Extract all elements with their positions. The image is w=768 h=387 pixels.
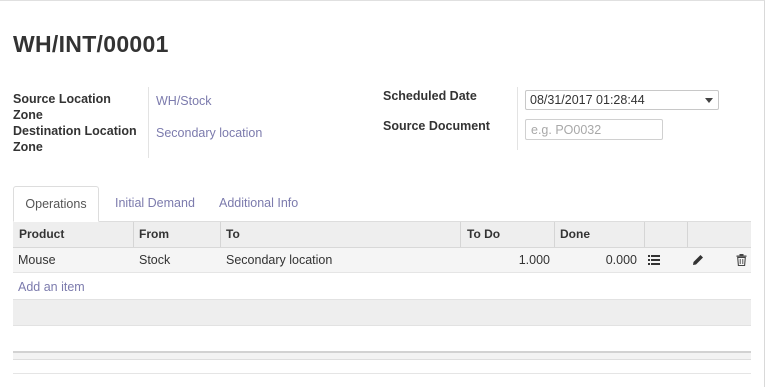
source-location-label: Source Location Zone bbox=[13, 92, 111, 122]
destination-location-link[interactable]: Secondary location bbox=[156, 126, 262, 140]
column-todo[interactable]: To Do bbox=[467, 222, 500, 247]
cell-done: 0.000 bbox=[605, 253, 637, 267]
tab-initial-demand[interactable]: Initial Demand bbox=[115, 186, 195, 221]
column-divider bbox=[687, 222, 688, 247]
table-row[interactable]: Mouse Stock Secondary location 1.000 0.0… bbox=[13, 248, 751, 273]
form-sheet: WH/INT/00001 Source Location Zone WH/Sto… bbox=[0, 0, 765, 387]
tab-additional-info[interactable]: Additional Info bbox=[219, 186, 298, 221]
table-footer bbox=[13, 299, 751, 326]
table-header: Product From To To Do Done bbox=[13, 222, 751, 248]
page-title: WH/INT/00001 bbox=[13, 31, 169, 57]
column-divider bbox=[554, 222, 555, 247]
notebook-tabs: Operations Initial Demand Additional Inf… bbox=[13, 186, 751, 222]
chevron-down-icon bbox=[705, 98, 713, 103]
tab-operations[interactable]: Operations bbox=[13, 186, 99, 222]
cell-from: Stock bbox=[139, 253, 171, 267]
list-icon[interactable] bbox=[648, 254, 660, 266]
column-from[interactable]: From bbox=[139, 222, 169, 247]
add-item-link[interactable]: Add an item bbox=[18, 280, 85, 294]
column-divider bbox=[644, 222, 645, 247]
cell-todo: 1.000 bbox=[518, 253, 550, 267]
field-separator bbox=[148, 87, 149, 158]
source-document-label: Source Document bbox=[383, 119, 490, 133]
destination-location-label: Destination Location Zone bbox=[13, 124, 137, 154]
column-divider bbox=[460, 222, 461, 247]
bottom-divider bbox=[13, 373, 751, 374]
cell-product: Mouse bbox=[18, 253, 56, 267]
column-done[interactable]: Done bbox=[560, 222, 590, 247]
source-location-link[interactable]: WH/Stock bbox=[156, 94, 212, 108]
column-product[interactable]: Product bbox=[19, 222, 64, 247]
source-document-input[interactable] bbox=[525, 119, 663, 140]
column-divider bbox=[220, 222, 221, 247]
scheduled-date-select[interactable]: 08/31/2017 01:28:44 bbox=[525, 90, 719, 110]
scheduled-date-value: 08/31/2017 01:28:44 bbox=[530, 93, 645, 107]
cell-to: Secondary location bbox=[226, 253, 333, 267]
pencil-icon[interactable] bbox=[692, 254, 704, 266]
section-divider bbox=[13, 351, 751, 360]
scheduled-date-label: Scheduled Date bbox=[383, 89, 477, 103]
field-separator-right bbox=[517, 87, 518, 150]
trash-icon[interactable] bbox=[736, 254, 747, 266]
column-to[interactable]: To bbox=[226, 222, 240, 247]
column-divider bbox=[133, 222, 134, 247]
